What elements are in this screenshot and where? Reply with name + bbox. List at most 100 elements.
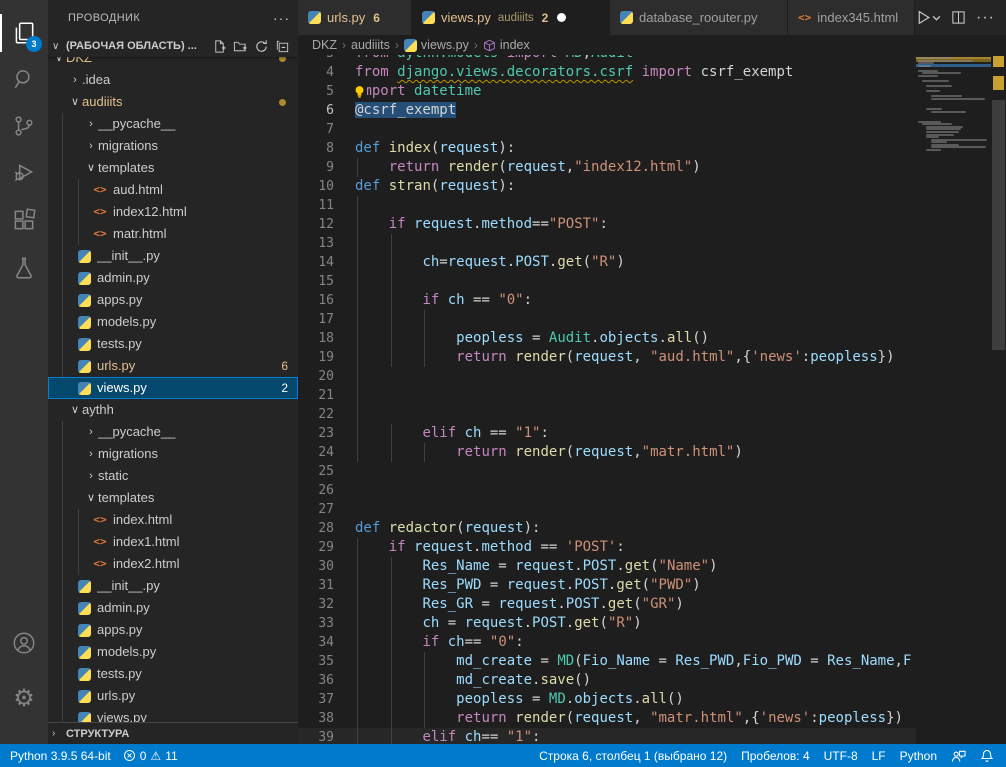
explorer-more-icon[interactable]: ··· — [273, 10, 290, 26]
code-line-5[interactable]: 5import datetime — [298, 82, 916, 101]
tree-folder-migrations[interactable]: ›migrations — [48, 443, 298, 465]
run-python-file-button[interactable] — [915, 9, 941, 26]
tree-file-views.py[interactable]: views.py2 — [48, 377, 298, 399]
tree-file-index1.html[interactable]: <>index1.html — [48, 531, 298, 553]
tree-folder-migrations[interactable]: ›migrations — [48, 135, 298, 157]
code-line-23[interactable]: 23 elif ch == "1": — [298, 424, 916, 443]
tab-views-py[interactable]: views.pyaudiiits2 — [412, 0, 610, 35]
tab-urls-py[interactable]: urls.py6 — [298, 0, 412, 35]
tree-file-admin.py[interactable]: admin.py — [48, 597, 298, 619]
tree-file-models.py[interactable]: models.py — [48, 641, 298, 663]
code-line-36[interactable]: 36 md_create.save() — [298, 671, 916, 690]
split-editor-icon[interactable] — [951, 10, 966, 25]
code-line-10[interactable]: 10def stran(request): — [298, 177, 916, 196]
code-line-9[interactable]: 9 return render(request,"index12.html") — [298, 158, 916, 177]
source-control-icon[interactable] — [0, 103, 48, 149]
outline-section-header[interactable]: › СТРУКТУРА — [48, 722, 298, 744]
tree-file-tests.py[interactable]: tests.py — [48, 333, 298, 355]
tree-file-index2.html[interactable]: <>index2.html — [48, 553, 298, 575]
tree-folder-static[interactable]: ›static — [48, 465, 298, 487]
extensions-icon[interactable] — [0, 197, 48, 243]
code-line-8[interactable]: 8def index(request): — [298, 139, 916, 158]
code-line-30[interactable]: 30 Res_Name = request.POST.get("Name") — [298, 557, 916, 576]
notifications-bell-icon[interactable] — [980, 749, 994, 763]
tree-file-tests.py[interactable]: tests.py — [48, 663, 298, 685]
code-line-27[interactable]: 27 — [298, 500, 916, 519]
tree-folder-audiiits[interactable]: ∨audiiits — [48, 91, 298, 113]
tree-file-models.py[interactable]: models.py — [48, 311, 298, 333]
tree-file-views.py[interactable]: views.py — [48, 707, 298, 722]
tree-folder-templates[interactable]: ∨templates — [48, 487, 298, 509]
code-line-15[interactable]: 15 — [298, 272, 916, 291]
cursor-position-status[interactable]: Строка 6, столбец 1 (выбрано 12) — [539, 749, 727, 763]
tab-database-roouter-py[interactable]: database_roouter.py — [610, 0, 788, 35]
code-line-6[interactable]: 6@csrf_exempt — [298, 101, 916, 120]
code-line-32[interactable]: 32 Res_GR = request.POST.get("GR") — [298, 595, 916, 614]
language-mode-status[interactable]: Python — [900, 749, 937, 763]
code-line-26[interactable]: 26 — [298, 481, 916, 500]
search-icon[interactable] — [0, 56, 48, 102]
tree-file-apps.py[interactable]: apps.py — [48, 289, 298, 311]
code-line-28[interactable]: 28def redactor(request): — [298, 519, 916, 538]
tree-folder-templates[interactable]: ∨templates — [48, 157, 298, 179]
breadcrumb-item-views-py[interactable]: views.py — [404, 38, 469, 52]
indentation-status[interactable]: Пробелов: 4 — [741, 749, 810, 763]
tab-index345-html[interactable]: <>index345.html — [788, 0, 915, 35]
code-line-38[interactable]: 38 return render(request, "matr.html",{'… — [298, 709, 916, 728]
dirty-indicator-dot[interactable] — [557, 13, 566, 22]
problems-status[interactable]: 0 ⚠ 11 — [123, 749, 178, 763]
tree-file--init-.py[interactable]: __init__.py — [48, 575, 298, 597]
collapse-all-icon[interactable] — [275, 39, 290, 54]
code-editor[interactable]: 3from aythh.models import MD,Audit4from … — [298, 0, 916, 744]
code-line-39[interactable]: 39 elif ch== "1": — [298, 728, 916, 744]
new-file-icon[interactable] — [212, 39, 227, 54]
tree-file-index12.html[interactable]: <>index12.html — [48, 201, 298, 223]
code-line-13[interactable]: 13 — [298, 234, 916, 253]
run-debug-icon[interactable] — [0, 150, 48, 196]
code-line-37[interactable]: 37 peopless = MD.objects.all() — [298, 690, 916, 709]
code-line-19[interactable]: 19 return render(request, "aud.html",{'n… — [298, 348, 916, 367]
testing-icon[interactable] — [0, 245, 48, 291]
tree-folder--pycache-[interactable]: ›__pycache__ — [48, 113, 298, 135]
tree-file-aud.html[interactable]: <>aud.html — [48, 179, 298, 201]
tree-folder-.idea[interactable]: ›.idea — [48, 69, 298, 91]
lightbulb-icon[interactable] — [352, 84, 367, 99]
code-line-33[interactable]: 33 ch = request.POST.get("R") — [298, 614, 916, 633]
breadcrumb-item-index[interactable]: index — [483, 38, 530, 52]
tree-file--init-.py[interactable]: __init__.py — [48, 245, 298, 267]
breadcrumb-item-dkz[interactable]: DKZ — [312, 38, 337, 52]
code-line-21[interactable]: 21 — [298, 386, 916, 405]
explorer-icon[interactable]: 3 — [0, 10, 48, 56]
code-line-7[interactable]: 7 — [298, 120, 916, 139]
minimap[interactable] — [916, 0, 991, 744]
code-line-20[interactable]: 20 — [298, 367, 916, 386]
code-line-25[interactable]: 25 — [298, 462, 916, 481]
tree-file-index.html[interactable]: <>index.html — [48, 509, 298, 531]
code-line-24[interactable]: 24 return render(request,"matr.html") — [298, 443, 916, 462]
new-folder-icon[interactable] — [233, 39, 248, 54]
settings-gear-icon[interactable]: ⚙ — [0, 676, 48, 722]
code-line-17[interactable]: 17 — [298, 310, 916, 329]
code-line-18[interactable]: 18 peopless = Audit.objects.all() — [298, 329, 916, 348]
code-line-35[interactable]: 35 md_create = MD(Fio_Name = Res_PWD,Fio… — [298, 652, 916, 671]
more-actions-icon[interactable]: ··· — [976, 9, 995, 27]
code-line-34[interactable]: 34 if ch== "0": — [298, 633, 916, 652]
code-line-14[interactable]: 14 ch=request.POST.get("R") — [298, 253, 916, 272]
workspace-section-header[interactable]: ∨ (РАБОЧАЯ ОБЛАСТЬ) ... — [48, 35, 298, 57]
breadcrumb-item-audiiits[interactable]: audiiits — [351, 38, 390, 52]
code-line-16[interactable]: 16 if ch == "0": — [298, 291, 916, 310]
tree-folder-dkz[interactable]: ∨DKZ — [48, 57, 298, 69]
tree-file-urls.py[interactable]: urls.py — [48, 685, 298, 707]
code-line-22[interactable]: 22 — [298, 405, 916, 424]
account-icon[interactable] — [0, 620, 48, 666]
eol-status[interactable]: LF — [872, 749, 886, 763]
feedback-icon[interactable] — [951, 749, 966, 763]
tree-file-admin.py[interactable]: admin.py — [48, 267, 298, 289]
tree-file-urls.py[interactable]: urls.py6 — [48, 355, 298, 377]
scrollbar-thumb[interactable] — [992, 100, 1005, 350]
code-line-29[interactable]: 29 if request.method == 'POST': — [298, 538, 916, 557]
encoding-status[interactable]: UTF-8 — [824, 749, 858, 763]
tree-folder-aythh[interactable]: ∨aythh — [48, 399, 298, 421]
code-line-4[interactable]: 4from django.views.decorators.csrf impor… — [298, 63, 916, 82]
tree-folder--pycache-[interactable]: ›__pycache__ — [48, 421, 298, 443]
